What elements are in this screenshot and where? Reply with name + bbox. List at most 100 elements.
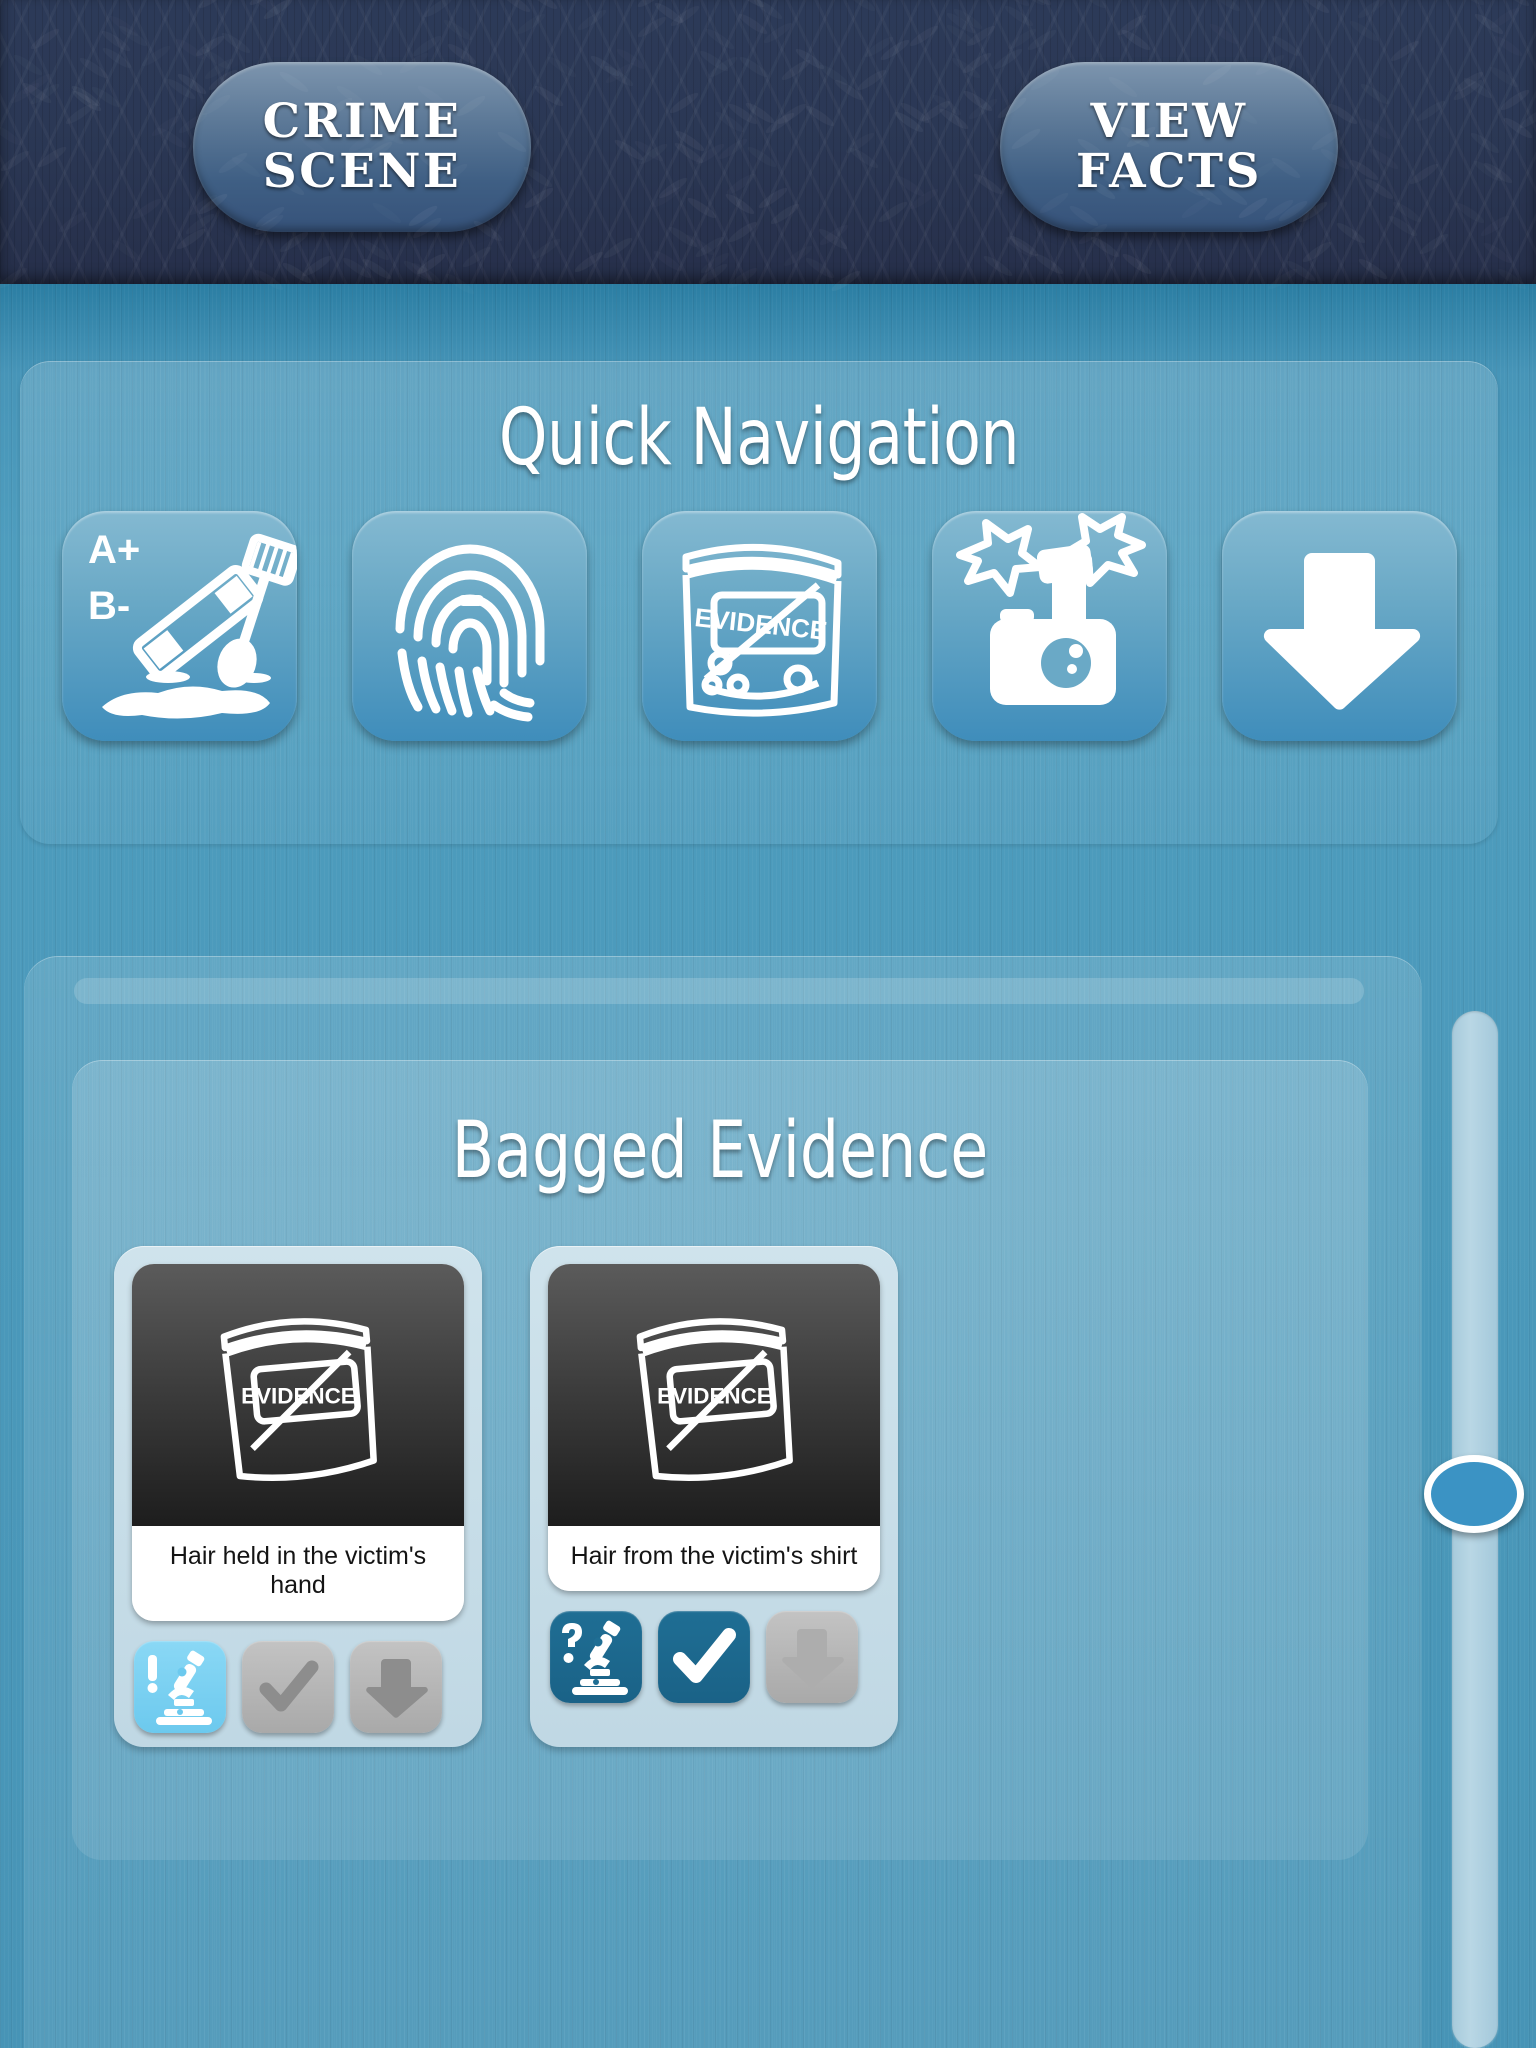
plate-texture-fleck xyxy=(57,210,90,236)
plate-texture-fleck xyxy=(1076,0,1109,11)
plate-texture-fleck xyxy=(1269,33,1302,59)
blood-sample-icon: A+ B- xyxy=(88,528,297,719)
plate-texture-fleck xyxy=(737,54,770,80)
plate-texture-fleck xyxy=(1210,0,1243,14)
plate-texture-fleck xyxy=(775,101,809,127)
check-icon xyxy=(259,1660,319,1711)
plate-texture-fleck xyxy=(545,54,578,80)
plate-texture-fleck xyxy=(11,52,44,78)
plate-texture-fleck xyxy=(877,199,910,225)
quick-navigation-panel: Quick Navigation A+ B- EVIDENCE xyxy=(20,361,1498,844)
down-arrow-icon xyxy=(782,1629,844,1689)
evidence-bag-icon: EVIDENCE xyxy=(220,1318,377,1482)
plate-texture-fleck xyxy=(28,26,61,52)
plate-texture-fleck xyxy=(998,0,1031,9)
analyze-button[interactable] xyxy=(134,1640,226,1733)
top-toolbar: CRIME SCENE VIEW FACTS xyxy=(0,0,1536,294)
check-icon xyxy=(673,1628,736,1684)
page-background: Quick Navigation A+ B- EVIDENCE Bagged E… xyxy=(0,284,1536,2048)
plate-texture-fleck xyxy=(78,56,111,82)
nav-tile-blood-sample[interactable]: A+ B- xyxy=(62,511,297,741)
analyze-button[interactable] xyxy=(550,1611,642,1704)
plate-texture-fleck xyxy=(1418,231,1451,257)
plate-texture-fleck xyxy=(500,0,533,15)
fingerprint-icon xyxy=(395,544,545,722)
plate-texture-fleck xyxy=(757,184,790,211)
bagged-evidence-title: Bagged Evidence xyxy=(451,1106,989,1196)
quick-navigation-icons: A+ B- EVIDENCE xyxy=(62,511,1457,746)
plate-texture-fleck xyxy=(300,252,334,279)
plate-texture-fleck xyxy=(530,236,563,262)
plate-texture-fleck xyxy=(855,66,888,93)
plate-texture-fleck xyxy=(1408,161,1441,187)
plate-texture-fleck xyxy=(1299,0,1332,16)
plate-texture-fleck xyxy=(1482,240,1515,266)
plate-texture-fleck xyxy=(1361,116,1394,142)
down-arrow-icon xyxy=(366,1658,428,1718)
nav-tile-fingerprint[interactable] xyxy=(352,511,587,741)
evidence-card-actions xyxy=(548,1611,880,1704)
plate-texture-fleck xyxy=(601,235,634,261)
microscope-alert-icon xyxy=(147,1650,212,1725)
plate-texture-fleck xyxy=(971,171,1005,197)
nav-tile-camera[interactable] xyxy=(932,511,1167,741)
collect-button[interactable] xyxy=(350,1640,442,1733)
plate-texture-fleck xyxy=(461,244,494,270)
plate-texture-fleck xyxy=(1415,98,1448,124)
plate-texture-fleck xyxy=(278,229,311,255)
plate-texture-fleck xyxy=(1359,81,1392,107)
evidence-bag-text: EVIDENCE xyxy=(241,1383,356,1408)
quick-navigation-title: Quick Navigation xyxy=(498,393,1020,483)
plate-texture-fleck xyxy=(1368,146,1401,172)
evidence-card-label: Hair held in the victim's hand xyxy=(132,1526,464,1621)
plate-texture-fleck xyxy=(196,0,230,11)
plate-texture-fleck xyxy=(685,195,719,222)
plate-texture-fleck xyxy=(1492,33,1525,59)
plate-texture-fleck xyxy=(219,30,252,56)
view-facts-label-line1: VIEW xyxy=(1090,93,1248,149)
plate-texture-fleck xyxy=(36,145,69,171)
plate-texture-fleck xyxy=(1334,219,1367,246)
plate-texture-fleck xyxy=(1033,250,1066,277)
evidence-card[interactable]: EVIDENCE Hair held in the victim's hand xyxy=(114,1246,482,1747)
plate-texture-fleck xyxy=(1468,130,1501,156)
plate-texture-fleck xyxy=(1003,3,1036,29)
bagged-evidence-panel: Bagged Evidence EVIDENCE Hair held in th… xyxy=(24,956,1422,2048)
plate-texture-fleck xyxy=(472,218,505,244)
plate-texture-fleck xyxy=(140,43,173,69)
evidence-card-container: EVIDENCE Hair held in the victim's hand xyxy=(114,1246,898,1747)
collect-button[interactable] xyxy=(766,1611,858,1704)
plate-texture-fleck xyxy=(992,46,1025,72)
evidence-card-inner: EVIDENCE Hair held in the victim's hand xyxy=(132,1264,464,1621)
plate-texture-fleck xyxy=(1454,200,1487,226)
plate-texture-fleck xyxy=(636,15,669,41)
plate-texture-fleck xyxy=(723,191,756,218)
plate-texture-fleck xyxy=(1120,251,1154,278)
plate-texture-fleck xyxy=(982,254,1015,280)
nav-tile-evidence-bag[interactable]: EVIDENCE xyxy=(642,511,877,741)
plate-texture-fleck xyxy=(532,82,565,109)
plate-texture-fleck xyxy=(908,23,941,49)
scroll-knob[interactable] xyxy=(1424,1455,1524,1533)
confirm-button[interactable] xyxy=(242,1640,334,1733)
microscope-question-icon xyxy=(562,1620,628,1696)
evidence-card-inner: EVIDENCE Hair from the victim's shirt xyxy=(548,1264,880,1592)
plate-texture-fleck xyxy=(1347,19,1380,45)
plate-texture-fleck xyxy=(804,255,837,281)
plate-texture-fleck xyxy=(131,197,164,223)
plate-texture-fleck xyxy=(109,237,142,263)
plate-texture-fleck xyxy=(1300,238,1333,265)
plate-texture-fleck xyxy=(421,0,454,20)
plate-texture-fleck xyxy=(576,7,609,33)
down-arrow-icon xyxy=(1263,553,1421,710)
evidence-bag-text: EVIDENCE xyxy=(657,1383,772,1408)
confirm-button[interactable] xyxy=(658,1611,750,1704)
plate-texture-fleck xyxy=(1454,0,1487,7)
panel-top-lip xyxy=(74,978,1364,1004)
plate-texture-fleck xyxy=(703,27,736,53)
nav-tile-scroll-down[interactable] xyxy=(1222,511,1457,741)
plate-texture-fleck xyxy=(652,248,685,274)
plate-texture-fleck xyxy=(725,171,758,197)
evidence-card[interactable]: EVIDENCE Hair from the victim's shirt xyxy=(530,1246,898,1747)
plate-texture-fleck xyxy=(1498,87,1531,114)
